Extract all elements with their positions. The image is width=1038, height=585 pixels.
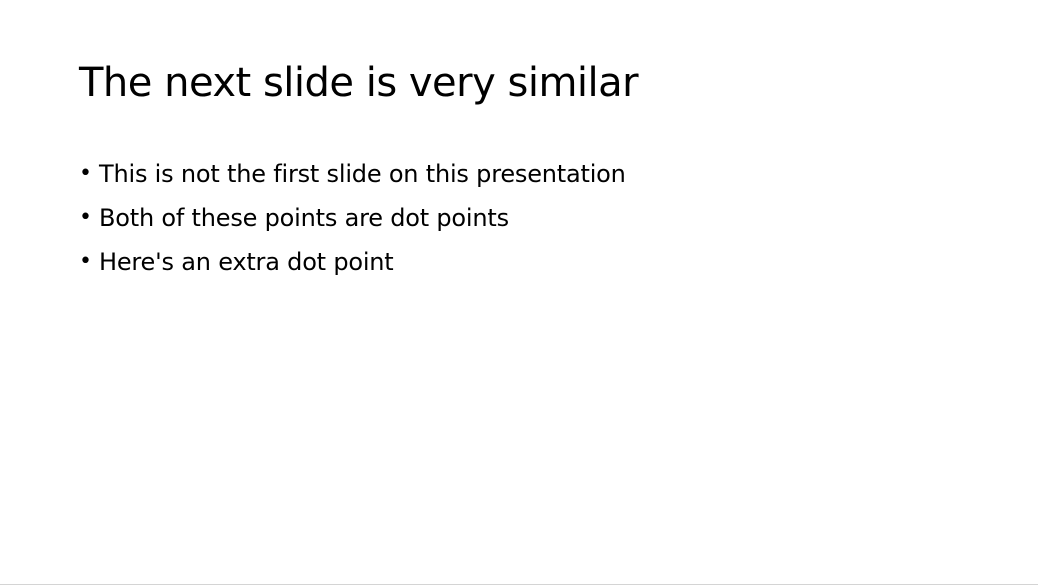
bullet-text: Both of these points are dot points: [99, 204, 509, 232]
bullet-dot-icon: •: [79, 249, 92, 274]
bullet-text: Here's an extra dot point: [99, 248, 394, 276]
bullet-text: This is not the first slide on this pres…: [99, 160, 626, 188]
bullet-item: • Here's an extra dot point: [79, 240, 626, 284]
bullet-item: • Both of these points are dot points: [79, 196, 626, 240]
bullet-item: • This is not the first slide on this pr…: [79, 152, 626, 196]
slide-title: The next slide is very similar: [79, 60, 639, 106]
bullet-dot-icon: •: [79, 205, 92, 230]
bullet-dot-icon: •: [79, 161, 92, 186]
slide: The next slide is very similar • This is…: [0, 0, 1038, 584]
bullet-list: • This is not the first slide on this pr…: [79, 152, 626, 284]
